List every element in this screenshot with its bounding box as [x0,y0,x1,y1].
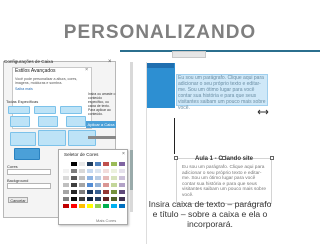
color-swatch[interactable] [62,182,70,188]
color-swatch[interactable] [62,203,70,209]
color-swatch[interactable] [102,189,110,195]
color-swatch[interactable] [70,175,78,181]
color-swatch[interactable] [62,168,70,174]
color-swatch[interactable] [118,182,126,188]
paragraph-text: Eu sou um parágrafo. Clique aqui para ad… [178,75,266,111]
color-swatch[interactable] [102,161,110,167]
color-swatch[interactable] [94,196,102,202]
resize-handle[interactable] [222,156,226,160]
color-swatch[interactable] [118,203,126,209]
background-field[interactable] [7,183,51,189]
color-swatch[interactable] [62,161,70,167]
advanced-styles-close-button[interactable]: × [85,67,88,73]
resize-handle[interactable] [270,156,274,160]
swatch-section-label: Todas Específicas [6,99,39,104]
color-swatch[interactable] [102,196,110,202]
color-swatch[interactable] [70,203,78,209]
advanced-styles-title: Estilos Avançados [15,68,56,74]
dialog-close-button[interactable]: × [108,59,112,65]
divider [88,136,116,139]
color-swatch[interactable] [102,182,110,188]
color-swatch[interactable] [110,196,118,202]
more-colors-link[interactable]: Mais Cores [96,218,116,223]
color-swatch[interactable] [62,175,70,181]
style-swatch[interactable] [66,116,86,127]
color-swatch[interactable] [78,189,86,195]
color-swatch[interactable] [118,189,126,195]
color-swatch[interactable] [110,182,118,188]
learn-more-link[interactable]: Saiba mais [15,87,33,91]
color-swatch[interactable] [94,189,102,195]
color-swatch[interactable] [118,168,126,174]
color-swatch[interactable] [86,175,94,181]
color-swatch[interactable] [70,196,78,202]
style-swatch[interactable] [34,106,56,114]
color-swatch[interactable] [110,189,118,195]
color-swatch[interactable] [110,161,118,167]
cancel-button[interactable]: Cancelar [8,197,28,203]
color-swatch[interactable] [86,168,94,174]
apply-box-button[interactable]: Aplicar a Caixa [86,121,116,128]
color-swatch[interactable] [78,161,86,167]
scrollbar-thumb[interactable] [130,150,133,190]
style-preview-tile[interactable] [10,132,36,146]
blue-toolbar [147,63,174,68]
color-swatch[interactable] [86,161,94,167]
box-paragraph: Eu sou um parágrafo. Clique aqui para ad… [182,165,266,198]
title-underline [120,50,320,52]
color-swatch[interactable] [118,161,126,167]
color-swatch[interactable] [86,189,94,195]
style-swatch[interactable] [60,106,82,114]
color-swatch[interactable] [78,168,86,174]
color-swatch[interactable] [86,196,94,202]
color-swatch[interactable] [86,182,94,188]
blue-sidebar-block [147,63,175,108]
color-swatch[interactable] [70,189,78,195]
color-swatch[interactable] [102,168,110,174]
style-preview-tile[interactable] [38,130,66,146]
color-swatch[interactable] [94,161,102,167]
color-swatch[interactable] [94,168,102,174]
resize-handle[interactable] [174,156,178,160]
color-swatch[interactable] [70,161,78,167]
resize-cursor-icon [257,109,269,115]
color-swatch[interactable] [62,196,70,202]
color-swatch[interactable] [78,175,86,181]
slide-title: PERSONALIZANDO [63,22,257,43]
color-swatch[interactable] [78,182,86,188]
color-picker-title: Seletor de Cores [64,152,99,157]
color-swatch[interactable] [94,182,102,188]
editor-tab[interactable] [172,51,206,58]
style-swatch[interactable] [8,106,30,114]
side-help-text: Insira ou arraste o conteúdo específico,… [88,92,116,116]
color-picker-close-button[interactable]: × [122,151,125,157]
color-swatch[interactable] [110,203,118,209]
color-swatch[interactable] [78,203,86,209]
style-swatch[interactable] [10,116,30,127]
color-swatch[interactable] [110,168,118,174]
style-swatch[interactable] [38,116,58,127]
color-swatch[interactable] [78,196,86,202]
color-swatch[interactable] [62,189,70,195]
color-swatch[interactable] [94,175,102,181]
color-swatch[interactable] [118,175,126,181]
color-swatch[interactable] [86,203,94,209]
color-swatch[interactable] [70,182,78,188]
color-swatch[interactable] [70,168,78,174]
color-swatch[interactable] [94,203,102,209]
color-field[interactable] [7,169,51,175]
dialog-title: Configurações de Caixa [4,59,54,64]
color-swatch[interactable] [110,175,118,181]
color-swatch[interactable] [118,196,126,202]
slide-caption: Insira caixa de texto – parágrafo e títu… [148,199,272,229]
color-swatch[interactable] [102,203,110,209]
style-preview-tile-selected[interactable] [14,148,40,160]
advanced-styles-description: Você pode personalizar a altura, cores, … [15,77,78,86]
color-swatch[interactable] [102,175,110,181]
vertical-guide [174,118,175,154]
